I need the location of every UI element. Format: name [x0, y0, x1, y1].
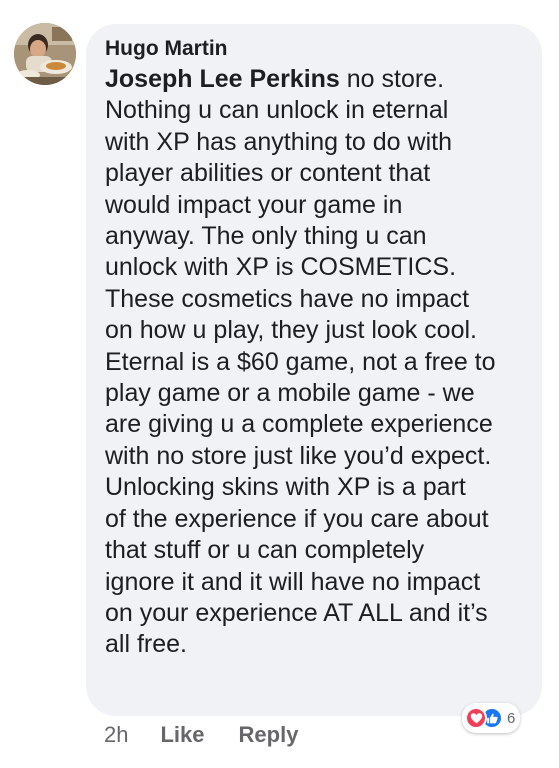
comment-text: no store. Nothing u can unlock in eterna… — [105, 65, 496, 659]
avatar[interactable] — [14, 23, 76, 85]
avatar-photo — [14, 23, 76, 85]
like-button[interactable]: Like — [160, 722, 204, 748]
reaction-count: 6 — [507, 709, 516, 727]
timestamp[interactable]: 2h — [104, 722, 128, 748]
comment-bubble: Hugo Martin Joseph Lee Perkins no store.… — [86, 24, 542, 716]
comment-actions: 2h Like Reply — [104, 720, 298, 750]
heart-icon — [465, 707, 487, 729]
comment-author[interactable]: Hugo Martin — [105, 36, 524, 64]
reply-button[interactable]: Reply — [239, 722, 299, 748]
comment-body: Joseph Lee Perkins no store. Nothing u c… — [105, 64, 524, 661]
mention-link[interactable]: Joseph Lee Perkins — [105, 65, 340, 93]
reactions-summary[interactable]: 6 — [462, 703, 521, 733]
